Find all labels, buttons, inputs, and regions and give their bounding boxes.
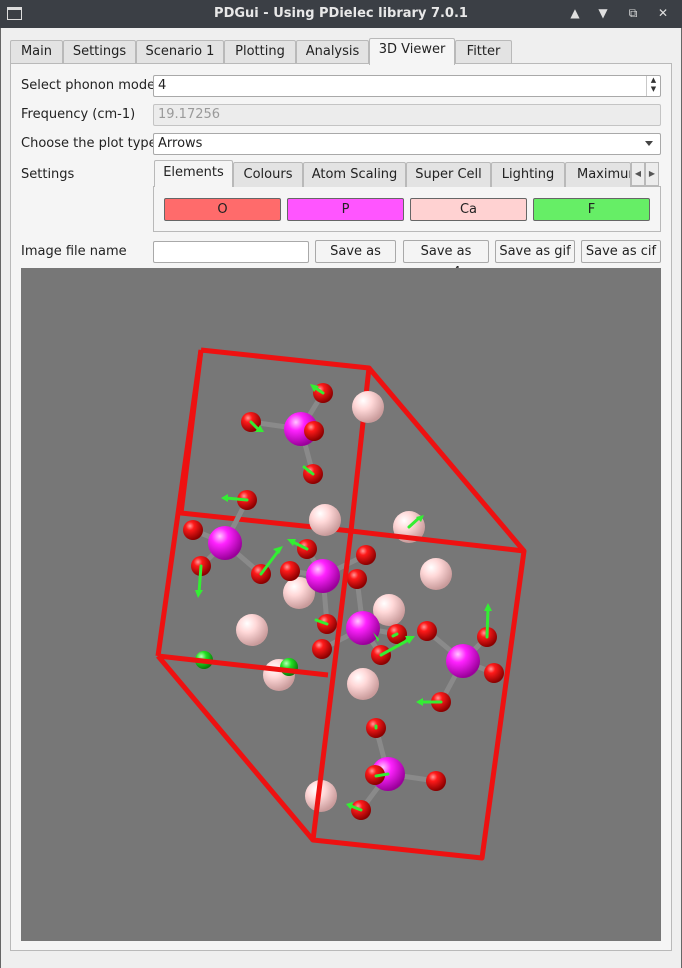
minimize-icon[interactable]: ▼ [595,5,611,21]
tab-scenario-1[interactable]: Scenario 1 [136,40,224,64]
frequency-label: Frequency (cm-1) [21,107,136,122]
spin-arrows-icon[interactable]: ▲ ▼ [646,76,660,96]
chevron-down-icon [645,141,653,146]
settings-tab-elements[interactable]: Elements [154,160,233,187]
3d-viewer-canvas[interactable] [21,268,661,941]
tab-plotting[interactable]: Plotting [224,40,296,64]
plot-type-label: Choose the plot type [21,136,157,151]
phonon-mode-label: Select phonon mode [21,78,156,93]
scroll-right-icon[interactable]: ▶ [645,162,659,186]
tab-analysis[interactable]: Analysis [296,40,369,64]
save-gif-button[interactable]: Save as gif [495,240,575,263]
title-bar: PDGui - Using PDielec library 7.0.1 ▲ ▼ … [0,0,682,28]
frequency-field: 19.17256 [153,104,661,126]
tab-settings[interactable]: Settings [63,40,136,64]
tab-fitter[interactable]: Fitter [455,40,512,64]
settings-tab-lighting[interactable]: Lighting [491,162,565,187]
crystal-structure-scene[interactable] [21,268,661,941]
save-png-button[interactable]: Save as png [315,240,396,280]
frequency-value: 19.17256 [158,107,221,122]
tab-main[interactable]: Main [10,40,63,64]
settings-label: Settings [21,167,75,182]
unit-cell-front [156,528,527,861]
save-cif-button[interactable]: Save as cif [581,240,661,263]
element-f-button[interactable]: F [533,198,650,221]
shade-up-icon[interactable]: ▲ [567,5,583,21]
element-p-button[interactable]: P [287,198,404,221]
phonon-mode-spinbox[interactable]: 4 ▲ ▼ [153,75,661,97]
tab-3d-viewer[interactable]: 3D Viewer [369,38,455,65]
settings-tab-atom-scaling[interactable]: Atom Scaling [303,162,406,187]
image-file-label: Image file name [21,244,127,259]
close-icon[interactable]: ✕ [655,5,671,21]
phonon-mode-value: 4 [158,78,167,93]
element-o-button[interactable]: O [164,198,281,221]
maximize-icon[interactable]: ⧉ [625,5,641,21]
settings-tab-super-cell[interactable]: Super Cell [406,162,491,187]
settings-tab-colours[interactable]: Colours [233,162,303,187]
save-mp4-button[interactable]: Save as mp4 [403,240,489,280]
image-file-input[interactable] [153,241,309,263]
scroll-left-icon[interactable]: ◀ [631,162,645,186]
plot-type-combo[interactable]: Arrows [153,133,661,155]
settings-tab-maximum[interactable]: Maximum [565,162,631,187]
plot-type-value: Arrows [158,136,203,151]
element-ca-button[interactable]: Ca [410,198,527,221]
